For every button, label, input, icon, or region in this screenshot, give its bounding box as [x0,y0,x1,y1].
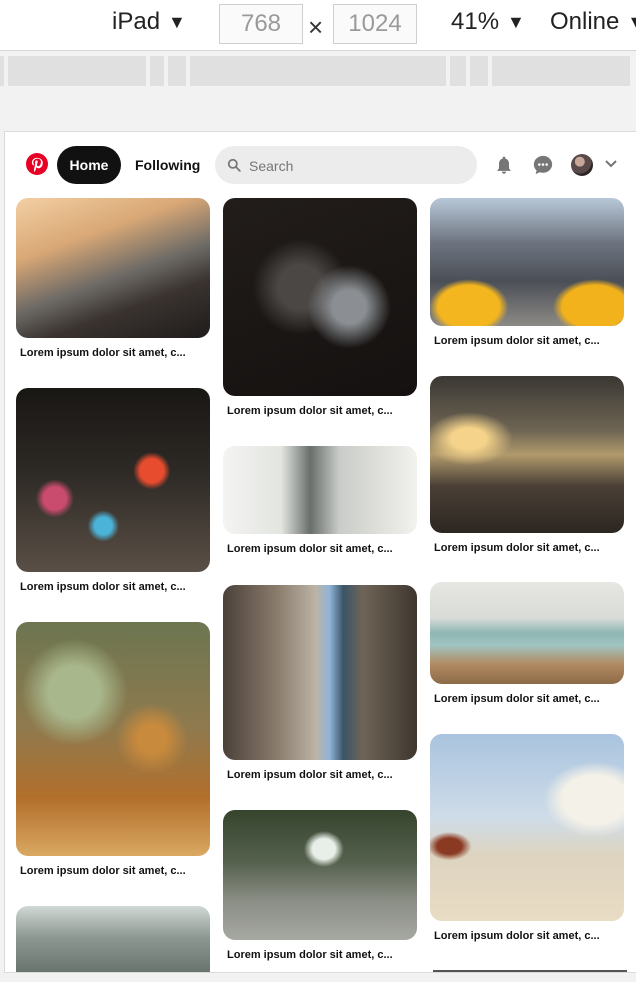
device-viewport: Home Following Lorem ipsum dolor sit ame… [4,131,636,973]
pin-image-partial [433,970,627,972]
pin-card[interactable]: Lorem ipsum dolor sit amet, c... [16,388,210,593]
pin-image-cafe-scene[interactable] [223,446,417,534]
pin-image-wooden-pier[interactable] [430,582,624,684]
pinterest-logo-icon[interactable] [26,153,48,175]
pin-image-vintage-machine[interactable] [223,198,417,396]
throttle-value: Online [550,8,620,35]
user-avatar[interactable] [571,154,593,176]
device-select[interactable]: iPad ▼ [112,8,186,36]
pin-title[interactable]: Lorem ipsum dolor sit amet, c... [430,335,624,347]
throttle-select[interactable]: Online ▼ [550,8,636,36]
pin-card[interactable]: Lorem ipsum dolor sit amet, c... [430,582,624,705]
pin-card[interactable] [16,906,210,972]
notifications-bell-icon[interactable] [494,154,514,176]
pin-title[interactable]: Lorem ipsum dolor sit amet, c... [16,581,210,593]
pin-card[interactable]: Lorem ipsum dolor sit amet, c... [223,810,417,961]
pin-title[interactable]: Lorem ipsum dolor sit amet, c... [430,693,624,705]
dimension-separator: × [308,12,324,42]
pin-card[interactable]: Lorem ipsum dolor sit amet, c... [16,198,210,359]
pin-card[interactable]: Lorem ipsum dolor sit amet, c... [16,622,210,877]
pin-image-waterfall-rocks[interactable] [223,810,417,940]
search-bar[interactable] [215,146,477,186]
pin-image-rocky-forest[interactable] [16,906,210,972]
pin-image-beach-sunset[interactable] [430,376,624,533]
pin-title[interactable]: Lorem ipsum dolor sit amet, c... [16,865,210,877]
pin-title[interactable]: Lorem ipsum dolor sit amet, c... [223,949,417,961]
device-toolbar: iPad ▼ 768 × 1024 41% ▼ Online ▼ [0,0,636,51]
chevron-down-icon: ▼ [168,11,186,32]
zoom-select[interactable]: 41% ▼ [451,8,525,36]
chevron-down-icon[interactable] [605,159,617,169]
pin-title[interactable]: Lorem ipsum dolor sit amet, c... [16,347,210,359]
height-input[interactable]: 1024 [333,4,417,44]
pin-title[interactable]: Lorem ipsum dolor sit amet, c... [223,543,417,555]
width-input[interactable]: 768 [219,4,303,44]
pin-title[interactable]: Lorem ipsum dolor sit amet, c... [430,542,624,554]
pin-image-city-night[interactable] [16,388,210,572]
pin-card[interactable]: Lorem ipsum dolor sit amet, c... [430,198,624,347]
pin-title[interactable]: Lorem ipsum dolor sit amet, c... [430,930,624,942]
tab-home[interactable]: Home [57,146,121,184]
search-input[interactable] [247,146,471,186]
pin-image-city-taxis[interactable] [430,198,624,326]
messages-icon[interactable] [532,154,554,176]
pin-title[interactable]: Lorem ipsum dolor sit amet, c... [223,405,417,417]
pin-card[interactable]: Lorem ipsum dolor sit amet, c... [223,446,417,555]
chevron-down-icon: ▼ [507,11,525,32]
pin-card[interactable]: Lorem ipsum dolor sit amet, c... [430,376,624,554]
zoom-value: 41% [451,8,500,35]
pin-card[interactable]: Lorem ipsum dolor sit amet, c... [223,198,417,417]
device-name: iPad [112,8,161,35]
pin-title[interactable]: Lorem ipsum dolor sit amet, c... [223,769,417,781]
chevron-down-icon: ▼ [627,12,636,33]
pin-card[interactable]: Lorem ipsum dolor sit amet, c... [223,585,417,781]
tab-following[interactable]: Following [129,146,206,184]
media-query-bar [0,56,636,86]
pin-image-narrow-alley[interactable] [223,585,417,760]
pin-image-greek-island[interactable] [430,734,624,921]
search-icon [227,158,241,172]
pin-image-autumn-leaves[interactable] [16,622,210,856]
pin-card[interactable]: Lorem ipsum dolor sit amet, c... [430,734,624,942]
pin-image-coastal-cliff[interactable] [16,198,210,338]
